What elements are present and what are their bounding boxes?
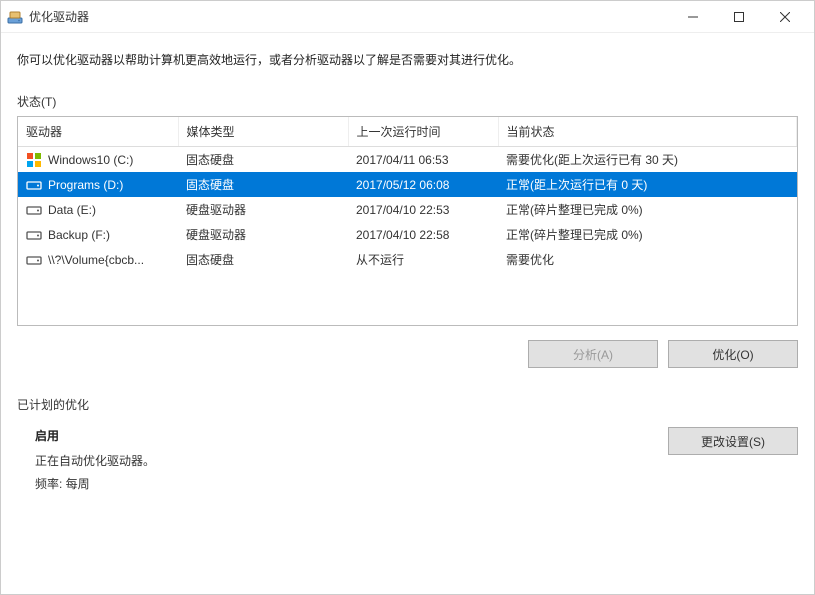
media-type: 固态硬盘 <box>178 147 348 173</box>
drive-list[interactable]: 驱动器 媒体类型 上一次运行时间 当前状态 Windows10 (C:) 固态硬盘… <box>17 116 798 326</box>
status-label: 状态(T) <box>17 93 798 110</box>
hdd-icon <box>26 177 42 193</box>
col-header-drive[interactable]: 驱动器 <box>18 117 178 147</box>
window-root: 优化驱动器 你可以优化驱动器以帮助计算机更高效地运行，或者分析驱动器以了解是否需… <box>0 0 815 595</box>
table-row[interactable]: \\?\Volume{cbcb... 固态硬盘从不运行需要优化 <box>18 247 797 272</box>
maximize-button[interactable] <box>716 2 762 32</box>
hdd-icon <box>26 227 42 243</box>
media-type: 固态硬盘 <box>178 172 348 197</box>
minimize-button[interactable] <box>670 2 716 32</box>
table-row[interactable]: Windows10 (C:) 固态硬盘2017/04/11 06:53需要优化(距… <box>18 147 797 173</box>
col-header-lastrun[interactable]: 上一次运行时间 <box>348 117 498 147</box>
change-settings-button[interactable]: 更改设置(S) <box>668 427 798 455</box>
drive-name: Programs (D:) <box>48 178 123 192</box>
media-type: 固态硬盘 <box>178 247 348 272</box>
schedule-section: 已计划的优化 启用 正在自动优化驱动器。 频率: 每周 更改设置(S) <box>17 396 798 498</box>
drive-name: \\?\Volume{cbcb... <box>48 253 144 267</box>
drive-name: Backup (F:) <box>48 228 110 242</box>
description-text: 你可以优化驱动器以帮助计算机更高效地运行，或者分析驱动器以了解是否需要对其进行优… <box>17 51 798 69</box>
last-run: 2017/04/10 22:53 <box>348 197 498 222</box>
last-run: 从不运行 <box>348 247 498 272</box>
window-title: 优化驱动器 <box>29 8 670 25</box>
analyze-button[interactable]: 分析(A) <box>528 340 658 368</box>
current-status: 需要优化 <box>498 247 797 272</box>
last-run: 2017/04/11 06:53 <box>348 147 498 173</box>
last-run: 2017/05/12 06:08 <box>348 172 498 197</box>
optimize-button[interactable]: 优化(O) <box>668 340 798 368</box>
schedule-title: 已计划的优化 <box>17 396 798 413</box>
table-row[interactable]: Backup (F:) 硬盘驱动器2017/04/10 22:58正常(碎片整理已… <box>18 222 797 247</box>
table-row[interactable]: Programs (D:) 固态硬盘2017/05/12 06:08正常(距上次运… <box>18 172 797 197</box>
drive-name: Windows10 (C:) <box>48 153 133 167</box>
close-button[interactable] <box>762 2 808 32</box>
windows-drive-icon <box>26 152 42 168</box>
col-header-media[interactable]: 媒体类型 <box>178 117 348 147</box>
last-run: 2017/04/10 22:58 <box>348 222 498 247</box>
hdd-icon <box>26 252 42 268</box>
hdd-icon <box>26 202 42 218</box>
schedule-line-1: 正在自动优化驱动器。 <box>35 452 668 469</box>
current-status: 需要优化(距上次运行已有 30 天) <box>498 147 797 173</box>
current-status: 正常(碎片整理已完成 0%) <box>498 222 797 247</box>
current-status: 正常(距上次运行已有 0 天) <box>498 172 797 197</box>
app-icon <box>7 9 23 25</box>
schedule-line-2: 频率: 每周 <box>35 475 668 492</box>
table-row[interactable]: Data (E:) 硬盘驱动器2017/04/10 22:53正常(碎片整理已完成… <box>18 197 797 222</box>
schedule-info: 启用 正在自动优化驱动器。 频率: 每周 <box>17 427 668 498</box>
schedule-enabled-label: 启用 <box>35 427 668 444</box>
drive-name: Data (E:) <box>48 203 96 217</box>
content-area: 你可以优化驱动器以帮助计算机更高效地运行，或者分析驱动器以了解是否需要对其进行优… <box>1 33 814 594</box>
window-controls <box>670 2 808 32</box>
media-type: 硬盘驱动器 <box>178 222 348 247</box>
media-type: 硬盘驱动器 <box>178 197 348 222</box>
titlebar: 优化驱动器 <box>1 1 814 33</box>
col-header-status[interactable]: 当前状态 <box>498 117 797 147</box>
action-buttons: 分析(A) 优化(O) <box>17 340 798 368</box>
current-status: 正常(碎片整理已完成 0%) <box>498 197 797 222</box>
